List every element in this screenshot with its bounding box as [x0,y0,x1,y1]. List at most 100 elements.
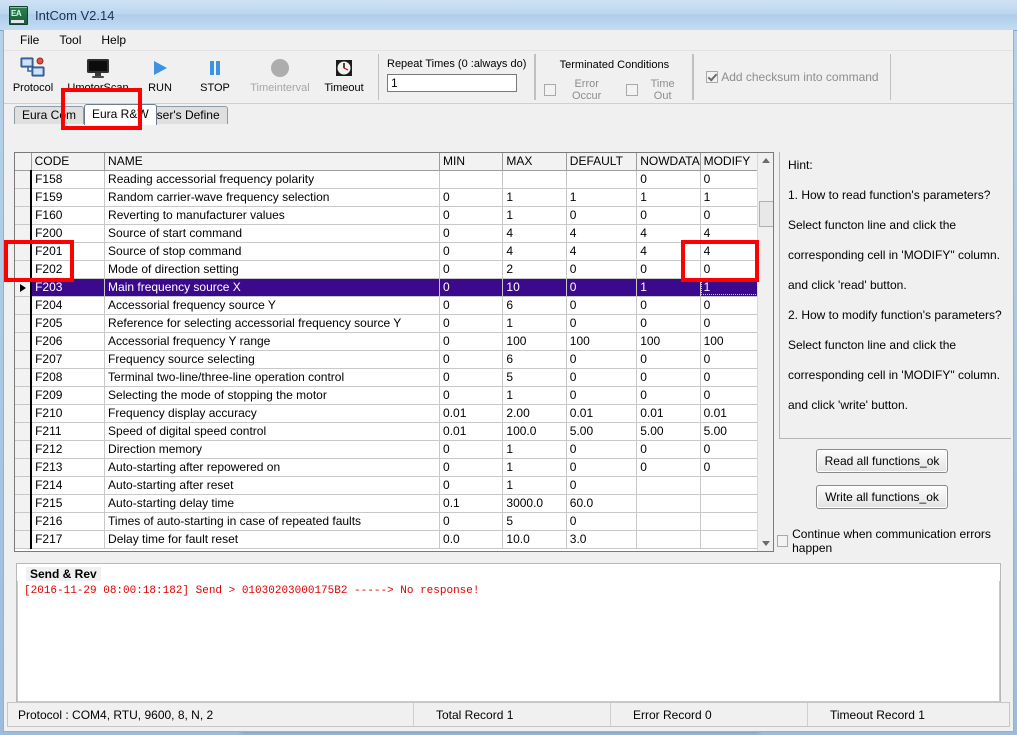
cell-max[interactable]: 4 [502,224,567,243]
table-row[interactable]: F204 Accessorial frequency source Y06000 [15,296,766,315]
cell-modify[interactable]: 1 [700,278,766,297]
cell-default[interactable]: 5.00 [566,422,638,441]
row-selector-cell[interactable] [15,386,33,405]
row-selector-cell[interactable] [15,440,33,459]
cell-modify[interactable]: 100 [700,332,766,351]
row-selector-cell[interactable] [15,476,33,495]
cell-nowdata[interactable]: 1 [636,188,701,207]
cell-nowdata[interactable]: 0.01 [636,404,701,423]
error-occur-box[interactable] [544,84,557,96]
menu-item-tool[interactable]: Tool [49,31,91,49]
cell-default[interactable]: 4 [566,242,638,261]
table-row[interactable]: F201 Source of stop command 0 4 4 4 4 [15,242,766,261]
cell-max[interactable]: 1 [502,386,567,405]
row-selector-cell[interactable] [15,242,33,261]
cell-code[interactable]: F160 [31,206,106,225]
column-header-code[interactable]: CODE [31,153,106,171]
row-selector-cell[interactable] [15,224,33,243]
cell-code[interactable]: F205 [31,314,106,333]
cell-modify[interactable]: 0 [700,440,766,459]
cell-min[interactable]: 0 [439,440,504,459]
cell-modify[interactable]: 0 [700,368,766,387]
cell-nowdata[interactable]: 0 [636,350,701,369]
row-selector-cell[interactable] [15,170,33,189]
row-selector-cell[interactable] [15,512,33,531]
cell-min[interactable]: 0 [439,260,504,279]
cell-max[interactable]: 6 [502,350,567,369]
row-selector-cell[interactable] [15,332,33,351]
cell-nowdata[interactable]: 5.00 [636,422,701,441]
cell-code[interactable]: F202 [31,260,106,279]
cell-default[interactable]: 0 [566,296,638,315]
cell-code[interactable]: F216 [31,512,106,531]
cell-nowdata[interactable]: 1 [636,278,701,297]
cell-name[interactable]: Reverting to manufacturer values [104,206,441,225]
cell-modify[interactable]: 5.00 [700,422,766,441]
row-selector-cell[interactable] [15,188,33,207]
cell-nowdata[interactable] [636,512,701,531]
row-selector-cell[interactable] [15,260,33,279]
cell-max[interactable]: 1 [502,314,567,333]
scrollbar-thumb[interactable] [759,201,773,227]
row-selector-cell[interactable] [15,278,33,297]
cell-modify[interactable]: 0 [700,170,766,189]
write-all-functions-button[interactable]: Write all functions_ok [816,485,948,509]
cell-max[interactable]: 100 [502,332,567,351]
cell-min[interactable] [439,170,504,189]
cell-default[interactable]: 1 [566,188,638,207]
cell-code[interactable]: F212 [31,440,106,459]
table-row[interactable]: F200 Source of start command 0 4 4 4 4 [15,224,766,243]
table-row[interactable]: F208 Terminal two-line/three-line operati… [15,368,766,387]
cell-max[interactable]: 1 [502,188,567,207]
table-row[interactable]: F212 Direction memory 0 1 0 0 0 [15,440,766,459]
cell-max[interactable]: 4 [502,242,567,261]
cell-max[interactable]: 6 [502,296,567,315]
read-all-functions-button[interactable]: Read all functions_ok [816,449,948,473]
tab-eura-rw[interactable]: Eura R&W [84,104,157,125]
cell-nowdata[interactable]: 0 [636,440,701,459]
table-row[interactable]: F160 Reverting to manufacturer values 0 1 0 0… [15,206,766,225]
cell-modify[interactable] [700,494,766,513]
cell-code[interactable]: F207 [31,350,106,369]
checkbox-continue-on-errors[interactable]: Continue when communication errors happe… [777,527,1013,555]
cell-min[interactable]: 0 [439,458,504,477]
cell-code[interactable]: F211 [31,422,106,441]
menu-item-file[interactable]: File [10,31,49,49]
cell-name[interactable]: Auto-starting after repowered on [104,458,441,477]
cell-min[interactable]: 0 [439,350,504,369]
cell-min[interactable]: 0 [439,278,504,297]
cell-modify[interactable]: 0 [700,296,766,315]
cell-default[interactable]: 0 [566,314,638,333]
toolbar-button-run[interactable]: RUN [134,51,186,103]
row-selector-cell[interactable] [15,494,33,513]
table-row[interactable]: F206 Accessorial frequency Y range 0 100 100… [15,332,766,351]
cell-min[interactable]: 0.1 [439,494,504,513]
send-rev-log[interactable]: [2016-11-29 08:00:18:182] Send > 0103020… [17,581,1000,702]
cell-min[interactable]: 0 [439,188,504,207]
cell-code[interactable]: F213 [31,458,106,477]
cell-name[interactable]: Main frequency source X [104,278,441,297]
cell-nowdata[interactable]: 0 [636,170,701,189]
cell-modify[interactable] [700,530,766,549]
cell-default[interactable]: 0 [566,512,638,531]
cell-name[interactable]: Reading accessorial frequency polarity [104,170,441,189]
cell-max[interactable]: 2.00 [502,404,567,423]
cell-name[interactable]: Reference for selecting accessorial freq… [104,314,441,333]
cell-max[interactable]: 100.0 [502,422,567,441]
cell-modify[interactable]: 0 [700,314,766,333]
cell-name[interactable]: Times of auto-starting in case of repeat… [104,512,441,531]
cell-code[interactable]: F200 [31,224,106,243]
cell-name[interactable]: Auto-starting after reset [104,476,441,495]
table-row[interactable]: F207 Frequency source selecting 0 6 0 0 0 [15,350,766,369]
cell-default[interactable]: 0 [566,278,638,297]
row-selector-cell[interactable] [15,368,33,387]
table-row[interactable]: F203 Main frequency source X 0 10 0 1 1 [15,278,766,297]
cell-min[interactable]: 0.01 [439,404,504,423]
cell-max[interactable]: 1 [502,458,567,477]
cell-modify[interactable]: 1 [700,188,766,207]
cell-min[interactable]: 0 [439,332,504,351]
cell-name[interactable]: Frequency source selecting [104,350,441,369]
menu-item-help[interactable]: Help [91,31,136,49]
cell-modify[interactable]: 4 [700,242,766,261]
table-row[interactable]: F213 Auto-starting after repowered on 0 1 0 0… [15,458,766,477]
